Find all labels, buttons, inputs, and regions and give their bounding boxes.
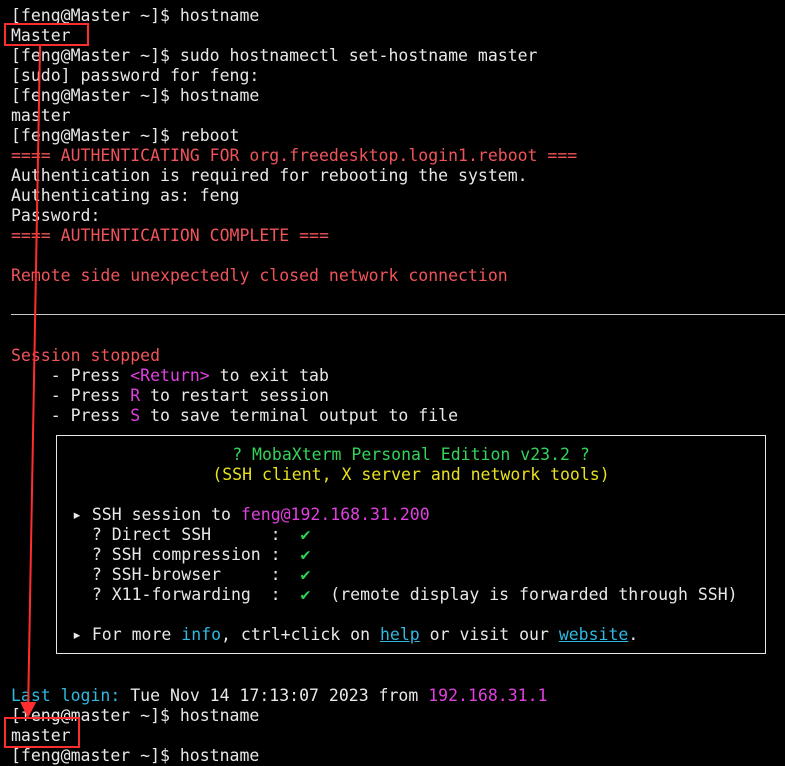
annotation-arrow-icon xyxy=(20,45,41,718)
terminal-window[interactable]: [feng@Master ~]$ hostname Master [feng@M… xyxy=(0,0,785,765)
